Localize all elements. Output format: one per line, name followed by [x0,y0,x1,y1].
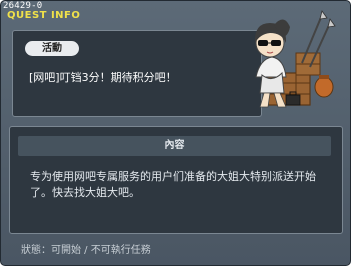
npc-portrait-icon [254,10,336,108]
content-section-header: 內容 [18,136,331,156]
quest-info-window: 26429-0 QUEST INFO 活動 [网吧]叮铛3分！期待积分吧！ 內容… [0,0,351,266]
quest-description: 专为使用网吧专属服务的用户们准备的大姐大特别派送开始了。快去找大姐大吧。 [30,170,316,199]
quest-category-badge: 活動 [25,41,79,56]
window-title: QUEST INFO [7,10,81,21]
quest-status: 狀態：可開始 / 不可執行任務 [21,245,151,256]
quest-headline: [网吧]叮铛3分！期待积分吧！ [29,71,177,84]
